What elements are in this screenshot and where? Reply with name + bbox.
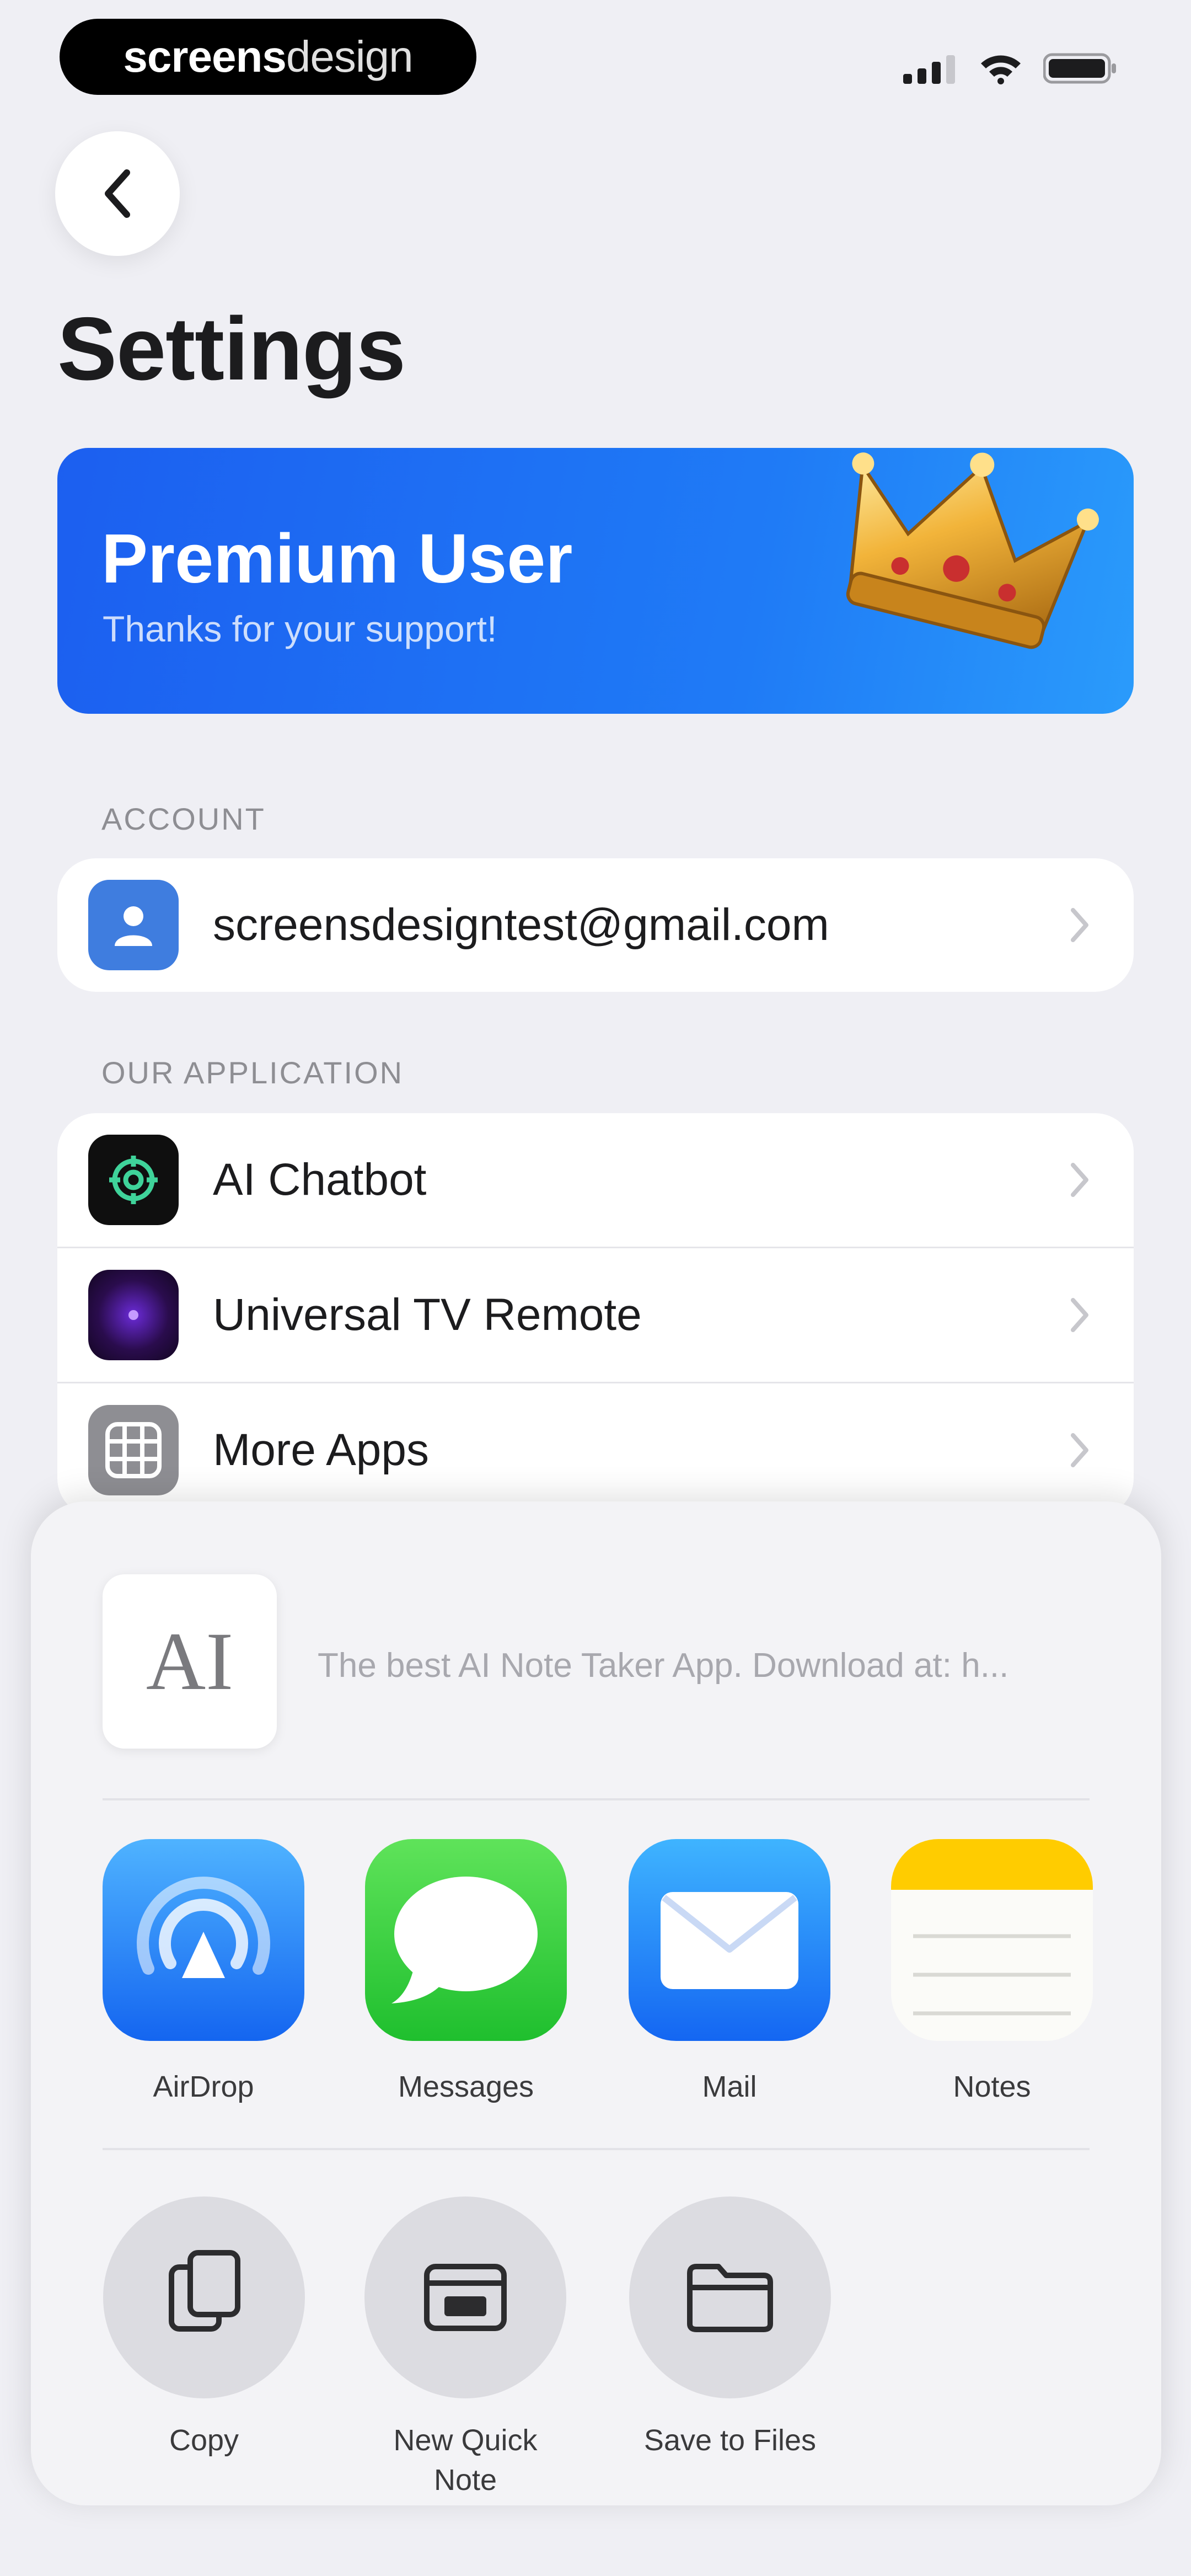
folder-icon [629,2196,831,2398]
share-preview-text: The best AI Note Taker App. Download at:… [318,1647,1009,1685]
premium-title: Premium User [101,520,573,597]
app-row-tv-remote-label: Universal TV Remote [213,1290,642,1340]
battery-icon [1043,53,1116,84]
app-row-more-apps[interactable]: More Apps [57,1382,1134,1517]
save-to-files-label: Save to Files [643,2424,817,2457]
page-title: Settings [57,299,406,399]
share-target-mail[interactable]: Mail [629,1839,830,2104]
chevron-right-icon [1071,1433,1088,1467]
quick-note-icon [364,2196,566,2398]
ai-chatbot-app-icon [88,1135,179,1225]
notes-icon [891,1839,1093,2041]
airdrop-icon [103,1839,304,2041]
tv-remote-app-icon [88,1270,179,1360]
premium-banner[interactable]: Premium User Thanks for your support! [57,448,1134,714]
back-button[interactable] [55,131,180,256]
app-row-tv-remote[interactable]: Universal TV Remote [57,1247,1134,1382]
share-action-save-to-files[interactable]: Save to Files [627,2196,833,2460]
watermark-light-text: design [286,32,414,81]
notes-label: Notes [953,2070,1031,2103]
preview-glyph: AI [146,1616,234,1707]
chevron-right-icon [1071,1298,1088,1332]
crown-icon [846,452,1099,649]
our-application-group: AI Chatbot Universal TV Remote More Apps [57,1113,1134,1517]
share-target-notes[interactable]: Notes [891,1839,1093,2104]
share-preview-thumbnail: AI [103,1574,277,1749]
share-action-copy[interactable]: Copy [101,2196,307,2460]
section-header-our-application: OUR APPLICATION [101,1055,404,1090]
share-target-airdrop[interactable]: AirDrop [103,1839,304,2104]
chevron-right-icon [1071,908,1088,942]
watermark-bold-text: screens [123,32,286,81]
divider [103,2148,1090,2150]
share-action-new-quick-note[interactable]: New Quick Note [363,2196,568,2500]
status-bar: screens design [0,0,1191,110]
chevron-right-icon [1071,1163,1088,1197]
account-email-row[interactable]: screensdesigntest@gmail.com [57,858,1134,992]
screensdesign-watermark: screens design [60,19,476,95]
chevron-left-icon [105,169,130,218]
share-sheet: AI The best AI Note Taker App. Download … [31,1501,1161,2505]
app-row-more-apps-label: More Apps [213,1425,429,1475]
app-row-ai-chatbot-label: AI Chatbot [213,1155,427,1205]
cellular-signal-icon [903,55,955,84]
status-icons [903,46,1118,90]
app-row-ai-chatbot[interactable]: AI Chatbot [57,1113,1134,1247]
section-header-account: ACCOUNT [101,801,266,836]
grid-icon [88,1405,179,1495]
divider [103,1798,1090,1800]
premium-subtitle: Thanks for your support! [103,608,497,649]
messages-label: Messages [398,2070,534,2103]
person-icon [88,880,179,970]
quick-note-label: New Quick Note [393,2424,538,2497]
copy-label: Copy [169,2424,239,2457]
share-target-messages[interactable]: Messages [365,1839,567,2104]
mail-label: Mail [702,2070,757,2103]
messages-icon [365,1839,567,2041]
airdrop-label: AirDrop [153,2070,254,2103]
account-email-label: screensdesigntest@gmail.com [213,900,829,950]
mail-icon [629,1839,830,2041]
wifi-icon [981,55,1021,84]
account-group: screensdesigntest@gmail.com [57,858,1134,992]
copy-icon [103,2196,305,2398]
